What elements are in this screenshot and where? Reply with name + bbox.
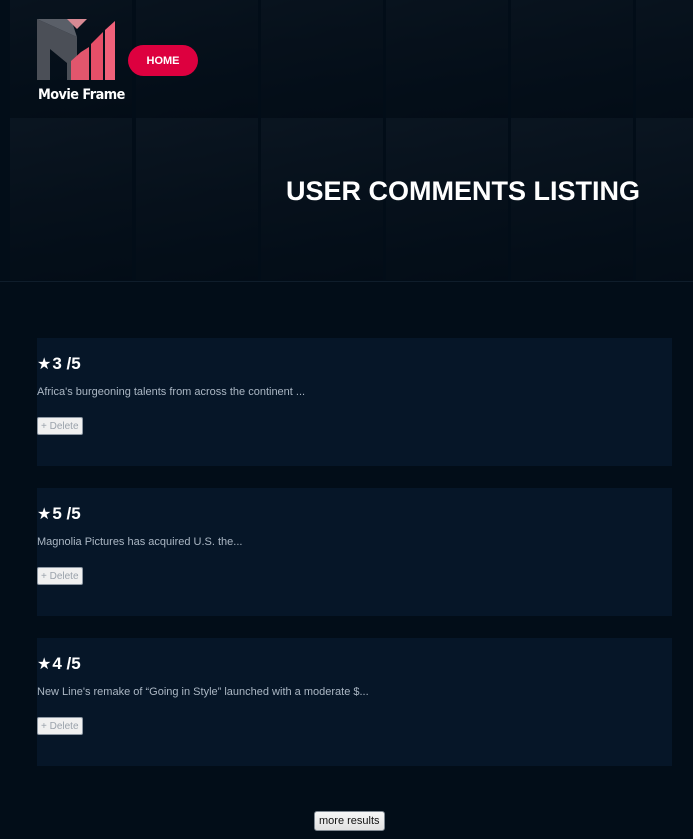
rating-scale: /5 bbox=[61, 504, 81, 523]
delete-button[interactable]: + Delete bbox=[37, 417, 83, 435]
comment-card: ★ 4 /5 New Line's remake of “Going in St… bbox=[37, 638, 672, 766]
rating-value: 5 bbox=[52, 504, 62, 523]
star-icon: ★ bbox=[37, 354, 52, 373]
delete-button[interactable]: + Delete bbox=[37, 717, 83, 735]
comment-text: New Line's remake of “Going in Style” la… bbox=[37, 686, 369, 698]
rating: ★ 4 /5 bbox=[37, 654, 81, 674]
home-button[interactable]: HOME bbox=[128, 45, 198, 76]
star-icon: ★ bbox=[37, 504, 52, 523]
more-results-button[interactable]: more results bbox=[314, 811, 385, 831]
rating: ★ 5 /5 bbox=[37, 504, 81, 524]
comment-card: ★ 5 /5 Magnolia Pictures has acquired U.… bbox=[37, 488, 672, 616]
logo-text: Movie Frame bbox=[38, 87, 125, 103]
comment-card: ★ 3 /5 Africa's burgeoning talents from … bbox=[37, 338, 672, 466]
rating: ★ 3 /5 bbox=[37, 354, 81, 374]
rating-value: 3 bbox=[52, 354, 62, 373]
page-title: USER COMMENTS LISTING bbox=[285, 176, 640, 206]
rating-scale: /5 bbox=[61, 354, 81, 373]
delete-button[interactable]: + Delete bbox=[37, 567, 83, 585]
comment-text: Africa's burgeoning talents from across … bbox=[37, 386, 306, 398]
star-icon: ★ bbox=[37, 654, 52, 673]
hero-banner: Movie Frame HOME USER COMMENTS LISTING bbox=[0, 0, 693, 282]
rating-scale: /5 bbox=[61, 654, 81, 673]
comment-text: Magnolia Pictures has acquired U.S. the.… bbox=[37, 536, 243, 548]
hero-divider bbox=[0, 281, 693, 282]
rating-value: 4 bbox=[52, 654, 62, 673]
